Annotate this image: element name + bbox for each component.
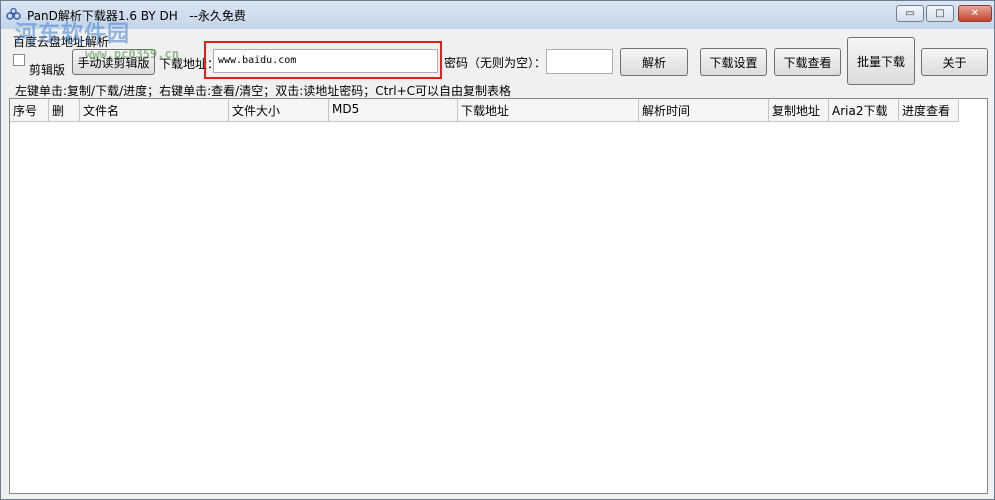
- results-table[interactable]: 序号 删 文件名 文件大小 MD5 下载地址 解析时间 复制地址 Aria2下载…: [9, 98, 988, 494]
- clipboard-checkbox-label[interactable]: 剪辑版: [29, 61, 65, 78]
- title-bar[interactable]: PanD解析下载器1.6 BY DH --永久免费 ▭ □ ✕: [1, 1, 994, 29]
- col-index[interactable]: 序号: [10, 99, 49, 122]
- col-delete[interactable]: 删: [49, 99, 80, 122]
- url-label: 下载地址：: [159, 57, 220, 71]
- col-parse-time[interactable]: 解析时间: [639, 99, 769, 122]
- col-aria2-download[interactable]: Aria2下载: [829, 99, 899, 122]
- batch-download-button[interactable]: 批量下载: [847, 37, 915, 85]
- close-icon: ✕: [970, 8, 980, 19]
- app-logo-icon: [6, 7, 21, 20]
- clipboard-checkbox[interactable]: [13, 54, 25, 66]
- download-url-input[interactable]: www.baidu.com: [213, 49, 438, 73]
- col-copy-url[interactable]: 复制地址: [769, 99, 829, 122]
- window-title: PanD解析下载器1.6 BY DH --永久免费: [27, 9, 246, 23]
- download-view-button[interactable]: 下载查看: [774, 48, 841, 76]
- col-progress[interactable]: 进度查看: [899, 99, 959, 122]
- minimize-button[interactable]: ▭: [896, 5, 924, 22]
- col-filename[interactable]: 文件名: [80, 99, 229, 122]
- minimize-icon: ▭: [905, 8, 915, 19]
- about-button[interactable]: 关于: [921, 48, 988, 76]
- download-settings-button[interactable]: 下载设置: [700, 48, 767, 76]
- close-button[interactable]: ✕: [958, 5, 992, 22]
- parse-button[interactable]: 解析: [620, 48, 688, 76]
- group-label: 百度云盘地址解析: [13, 35, 110, 49]
- read-clipboard-button[interactable]: 手动读剪辑版: [72, 49, 155, 75]
- app-window: PanD解析下载器1.6 BY DH --永久免费 ▭ □ ✕ 百度云盘地址解析…: [0, 0, 995, 500]
- col-md5[interactable]: MD5: [329, 99, 458, 122]
- usage-hint: 左键单击:复制/下载/进度；右键单击:查看/清空；双击:读地址密码；Ctrl+C…: [15, 84, 512, 98]
- table-header: 序号 删 文件名 文件大小 MD5 下载地址 解析时间 复制地址 Aria2下载…: [10, 99, 959, 122]
- col-filesize[interactable]: 文件大小: [229, 99, 329, 122]
- password-label: 密码（无则为空）：: [444, 56, 547, 70]
- col-download-url[interactable]: 下载地址: [458, 99, 639, 122]
- maximize-button[interactable]: □: [926, 5, 954, 22]
- password-input[interactable]: [546, 49, 613, 74]
- maximize-icon: □: [935, 8, 945, 19]
